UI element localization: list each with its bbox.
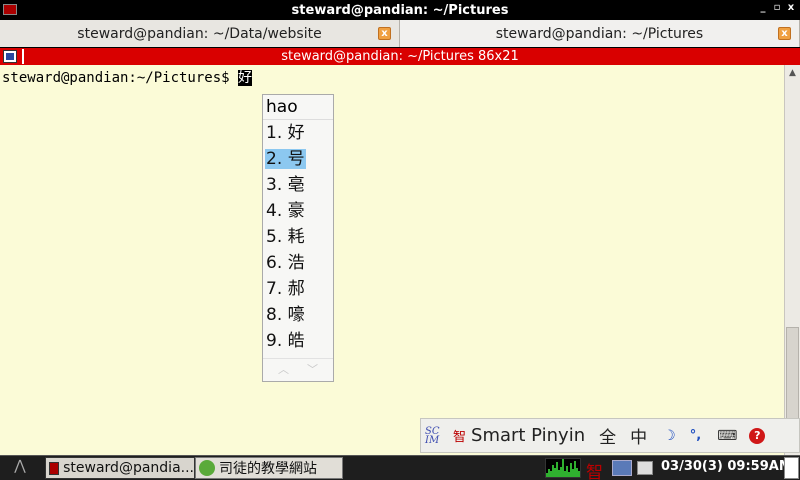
candidate-item[interactable]: 6. 浩 — [263, 250, 333, 276]
tab-label: steward@pandian: ~/Data/website — [77, 25, 322, 42]
tab-website[interactable]: steward@pandian: ~/Data/website x — [0, 20, 400, 47]
taskbar: ⋀ steward@pandia... 司徒的教學網站 智 03/30(3) 0… — [0, 455, 800, 480]
tab-close-icon[interactable]: x — [778, 27, 791, 40]
halfwidth-moon-icon[interactable]: ☽ — [663, 428, 676, 444]
punctuation-icon[interactable]: °, — [690, 428, 701, 443]
candidate-item[interactable]: 4. 豪 — [263, 198, 333, 224]
cpu-monitor-graph[interactable] — [545, 458, 581, 478]
close-window-button[interactable]: x — [786, 2, 796, 13]
terminal-header: steward@pandian: ~/Pictures 86x21 — [0, 48, 800, 65]
scroll-up-icon[interactable]: ▲ — [785, 65, 800, 81]
tray-ime-icon[interactable]: 智 — [586, 458, 603, 480]
language-toggle[interactable]: 中 — [630, 423, 647, 448]
preedit-cursor: 好 — [238, 70, 253, 86]
maximize-button[interactable]: ▫ — [772, 2, 782, 13]
terminal-area[interactable]: steward@pandian:~/Pictures$ 好 — [0, 65, 784, 455]
ime-candidate-window: hao 1. 好 2. 号 3. 亳 4. 豪 5. 耗 6. 浩 7. 郝 8… — [262, 94, 334, 382]
help-icon[interactable]: ? — [749, 427, 766, 444]
network-icon[interactable] — [612, 460, 632, 476]
candidate-item[interactable]: 7. 郝 — [263, 276, 333, 302]
clock[interactable]: 03/30(3) 09:59AM — [661, 459, 792, 474]
terminal-size-title: steward@pandian: ~/Pictures 86x21 — [281, 49, 519, 64]
candidate-item[interactable]: 3. 亳 — [263, 172, 333, 198]
scim-logo-icon[interactable]: SC IM — [425, 426, 445, 445]
terminal-app-icon[interactable] — [3, 4, 17, 15]
window-title: steward@pandian: ~/Pictures — [291, 2, 509, 18]
window-titlebar[interactable]: steward@pandian: ~/Pictures _ ▫ x — [0, 0, 800, 20]
browser-leaf-icon — [199, 460, 215, 476]
ime-preedit-text: hao — [263, 95, 333, 120]
page-up-icon[interactable]: ︿ — [278, 361, 289, 377]
smart-pinyin-icon[interactable]: 智 — [453, 426, 466, 445]
candidate-item[interactable]: 1. 好 — [263, 120, 333, 146]
candidate-item[interactable]: 8. 嚎 — [263, 302, 333, 328]
fullwidth-toggle[interactable]: 全 — [599, 423, 616, 448]
page-down-icon[interactable]: ﹀ — [307, 361, 318, 377]
tab-pictures[interactable]: steward@pandian: ~/Pictures x — [400, 20, 800, 47]
tab-close-icon[interactable]: x — [378, 27, 391, 40]
terminal-icon — [49, 461, 60, 475]
candidate-pager: ︿ ﹀ — [263, 358, 333, 377]
ime-status-bar: SC IM 智 Smart Pinyin 全 中 ☽ °, ⌨ ? — [420, 418, 800, 453]
candidate-item[interactable]: 5. 耗 — [263, 224, 333, 250]
terminal-scrollbar[interactable]: ▲ — [784, 65, 800, 455]
tab-label: steward@pandian: ~/Pictures — [495, 25, 704, 42]
input-method-name[interactable]: Smart Pinyin — [471, 425, 585, 446]
shell-prompt-line: steward@pandian:~/Pictures$ 好 — [2, 67, 253, 87]
shell-prompt: steward@pandian:~/Pictures$ — [2, 70, 239, 86]
taskbar-item-terminal[interactable]: steward@pandia... — [45, 457, 195, 479]
task-label: 司徒的教學網站 — [219, 461, 317, 477]
show-desktop-button[interactable] — [784, 457, 799, 479]
candidate-item-selected[interactable]: 2. 号 — [263, 146, 333, 172]
header-separator — [22, 49, 24, 64]
volume-icon[interactable] — [637, 461, 653, 475]
start-menu-icon[interactable]: ⋀ — [3, 458, 37, 479]
task-label: steward@pandia... — [63, 460, 194, 476]
keyboard-icon[interactable]: ⌨ — [717, 428, 737, 444]
candidate-item[interactable]: 9. 皓 — [263, 328, 333, 354]
minimize-button[interactable]: _ — [758, 2, 768, 13]
terminal-menu-icon[interactable] — [3, 50, 17, 63]
cpu-bar — [578, 471, 580, 477]
taskbar-item-browser[interactable]: 司徒的教學網站 — [195, 457, 343, 479]
tab-bar: steward@pandian: ~/Data/website x stewar… — [0, 20, 800, 47]
